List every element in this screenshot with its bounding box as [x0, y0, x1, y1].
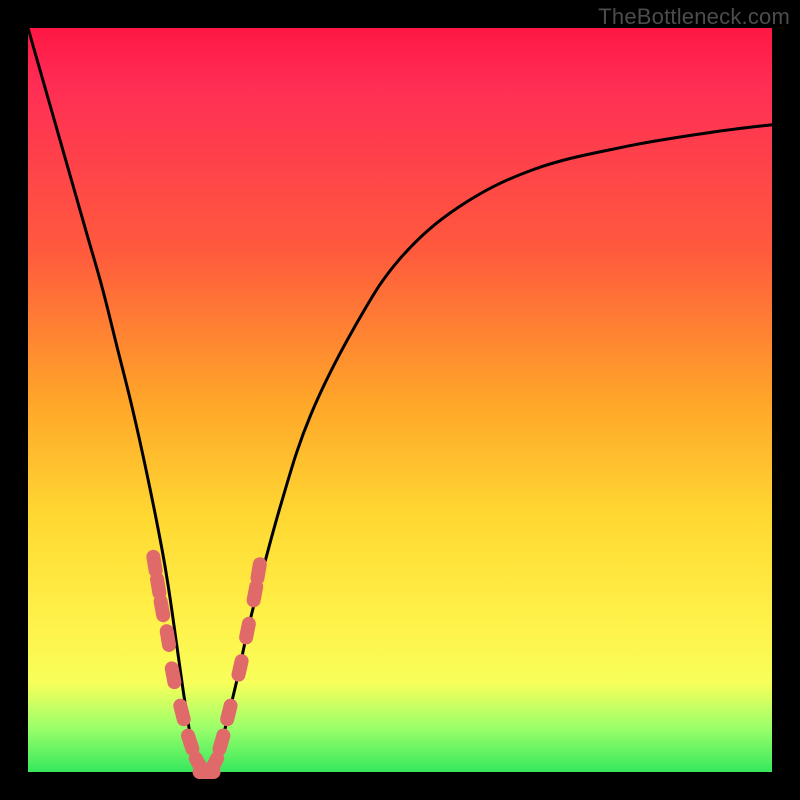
- bead-marker: [172, 697, 192, 728]
- attribution-text: TheBottleneck.com: [598, 4, 790, 30]
- curve-svg: [28, 28, 772, 772]
- chart-frame: TheBottleneck.com: [0, 0, 800, 800]
- plot-area: [28, 28, 772, 772]
- bead-marker: [238, 616, 257, 646]
- bead-marker: [230, 653, 250, 683]
- bead-marker: [219, 697, 239, 728]
- bead-marker: [249, 556, 267, 586]
- bead-marker: [211, 727, 232, 758]
- highlight-beads: [145, 549, 268, 780]
- bottleneck-curve: [28, 28, 772, 772]
